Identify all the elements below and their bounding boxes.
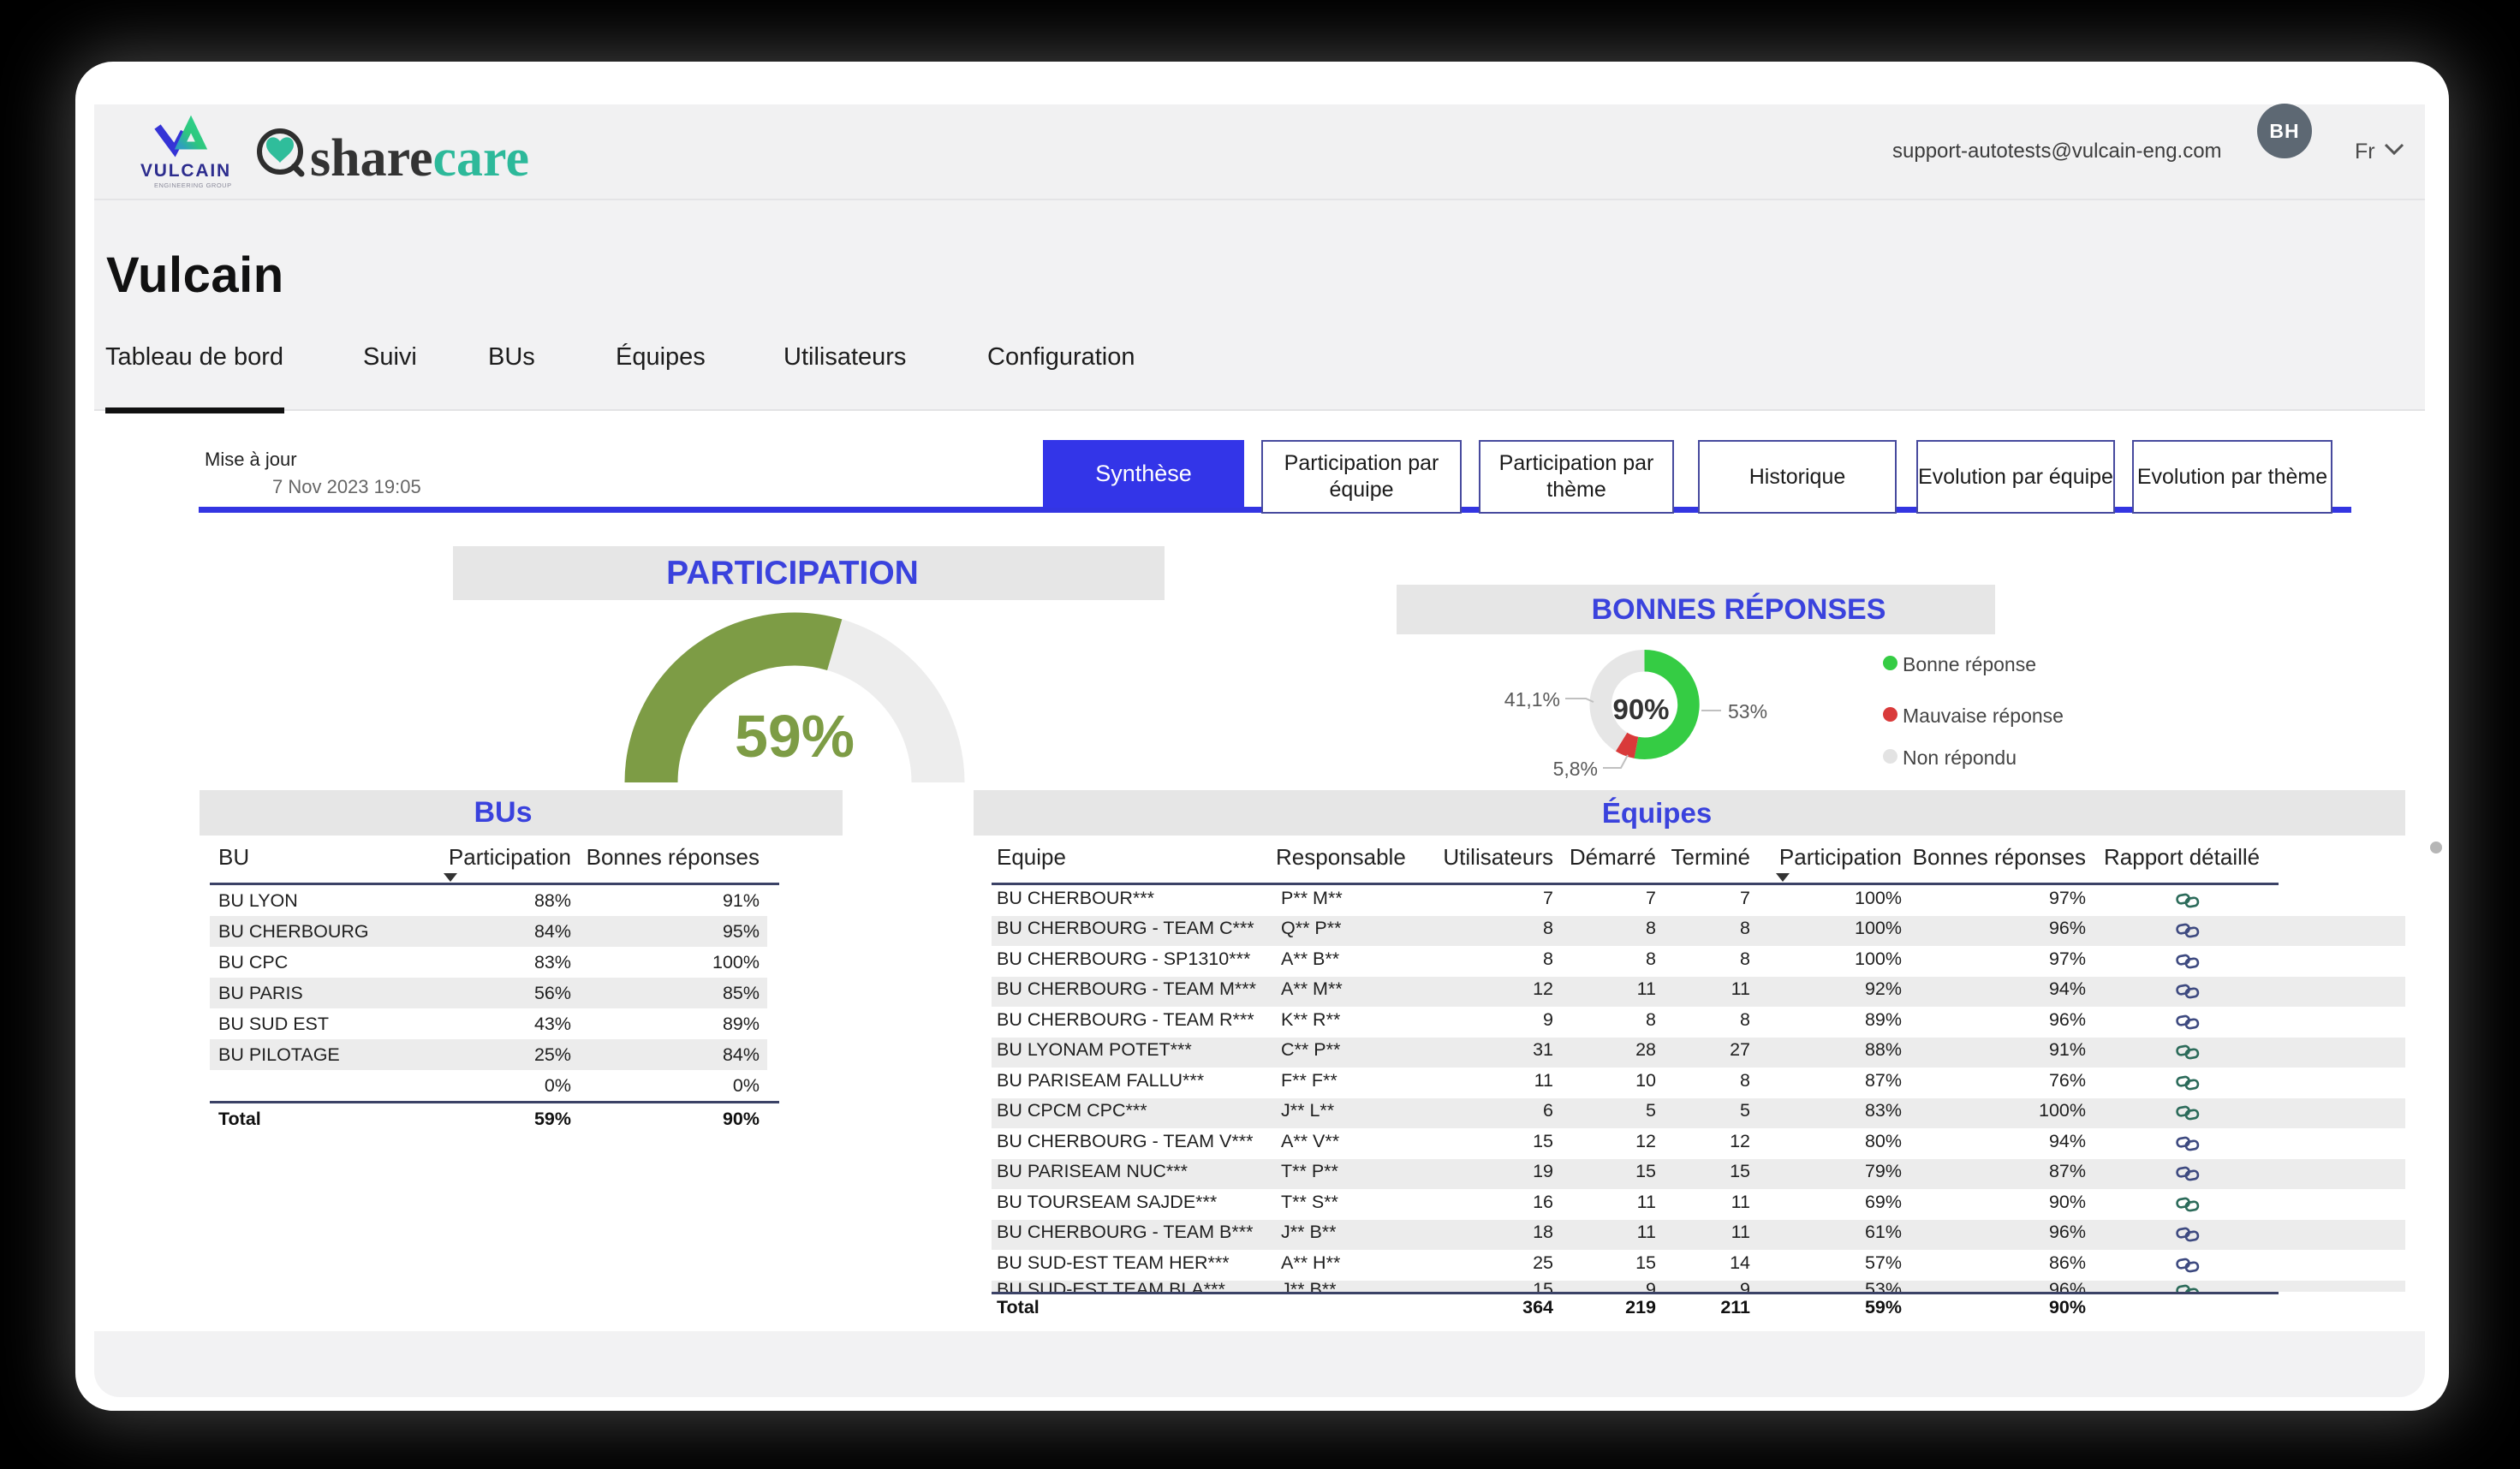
svg-text:sharecare: sharecare (310, 129, 529, 187)
svg-text:ENGINEERING GROUP: ENGINEERING GROUP (154, 181, 232, 189)
svg-text:VULCAIN: VULCAIN (140, 161, 231, 181)
